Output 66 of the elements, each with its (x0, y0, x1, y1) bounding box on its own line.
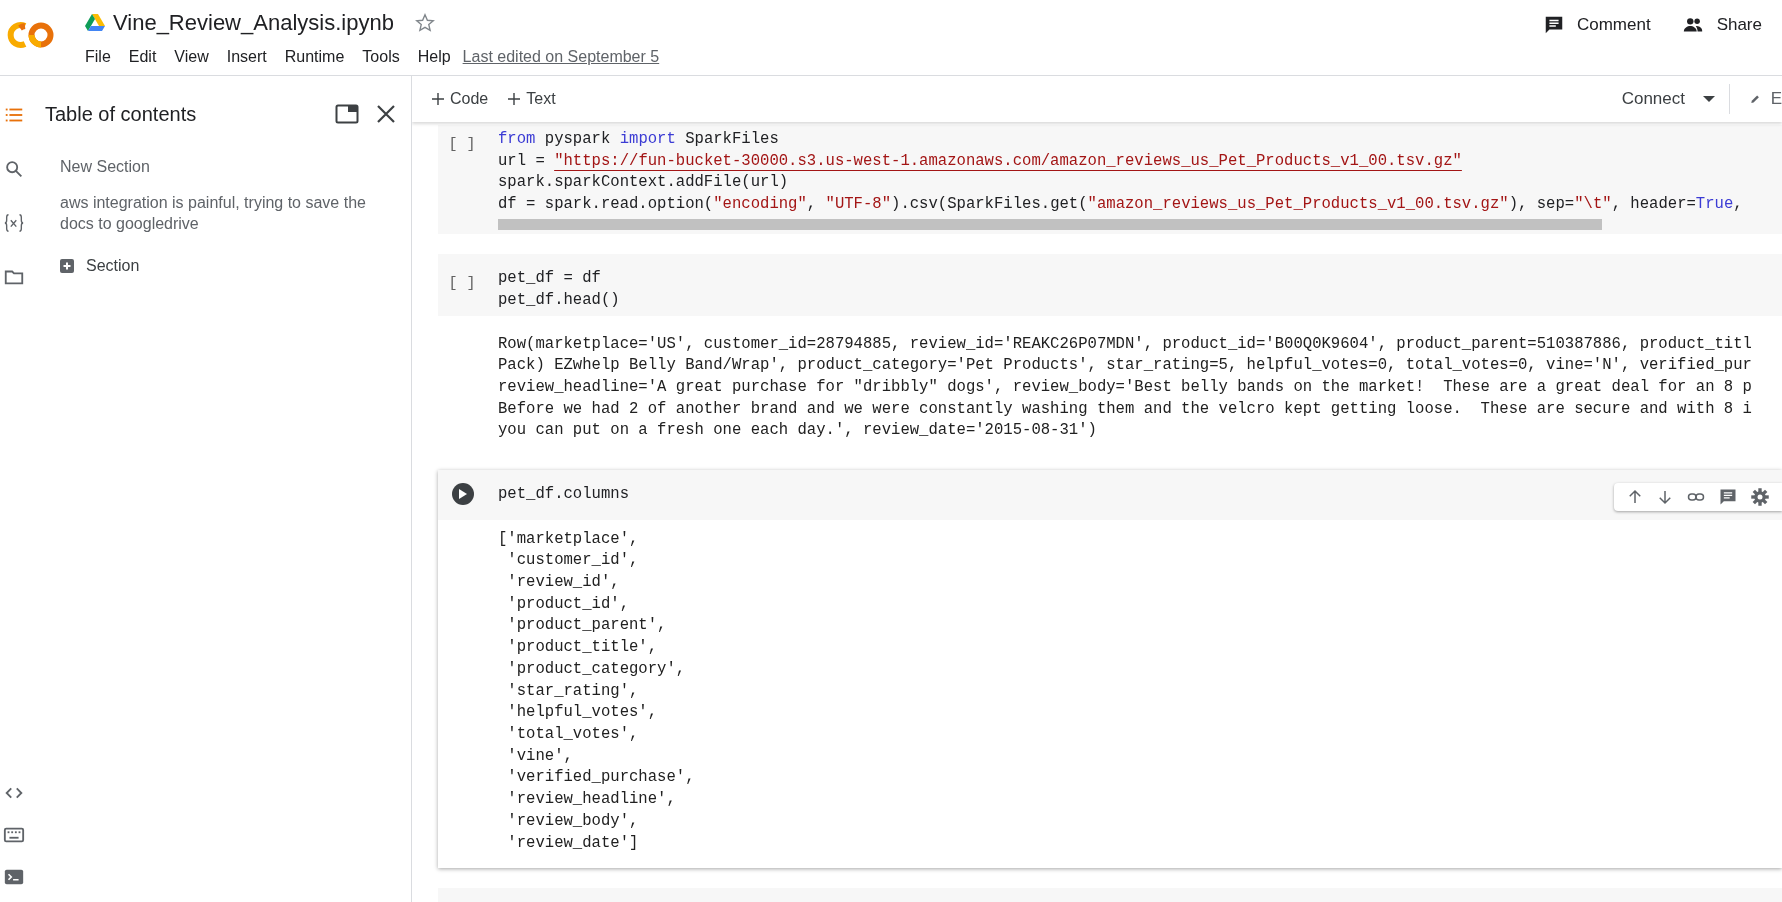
add-code-button[interactable]: Code (432, 87, 489, 111)
output-line: 'customer_id', (506, 550, 640, 572)
menu-item[interactable]: Help (408, 45, 460, 69)
panel-title: Table of contents (45, 102, 197, 127)
output-line: 'helpful_votes', (506, 702, 659, 724)
output-line: 'product_parent', (506, 615, 668, 637)
play-icon (459, 489, 467, 500)
output-line: 'review_date'] (506, 832, 640, 854)
output-line: 'product_title', (506, 637, 659, 659)
notebook-title[interactable]: Vine_Review_Analysis.ipynb (113, 6, 394, 39)
output-line: review_headline='A great purchase for "dribbly" dogs', review_body='Best belly bands on the market! These are a great deal for an 8 p (498, 376, 1753, 398)
comment-button[interactable]: Comment (1542, 11, 1651, 38)
output-line: 'total_votes', (506, 724, 640, 745)
plus-icon (60, 259, 74, 273)
menu-item[interactable]: File (85, 45, 120, 69)
arrow-down-icon[interactable] (1656, 488, 1674, 507)
output-line: 'review_headline', (506, 789, 677, 811)
drive-icon (85, 13, 105, 32)
toc-entry[interactable]: New Section (60, 156, 393, 177)
output-line: 'product_category', (506, 658, 687, 680)
output-line: you can put on a fresh one each day.', review_date='2015-08-31') (498, 420, 1098, 442)
plus-icon (508, 93, 521, 105)
code-line[interactable]: df = spark.read.option("encoding", "UTF-8").csv(SparkFiles.get("amazon_reviews_us_Pet_Products_v1_00.tsv.gz"), sep="\t", header=True, (498, 193, 1743, 216)
output-line: Pack) EZwhelp Belly Band/Wrap', product_category='Pet Products', star_rating=5, helpful_votes=0, total_votes=0, vine='N', verified_pur (498, 355, 1753, 377)
code-line[interactable]: pet_df.head() (498, 289, 620, 312)
code-line[interactable]: spark.sparkContext.addFile(url) (498, 172, 1743, 194)
output-line: Row(marketplace='US', customer_id=28794885, review_id='REAKC26P07MDN', product_id='B00Q0K9604', product_parent=510387886, product_titl (498, 333, 1753, 355)
braces-icon[interactable] (3, 212, 25, 234)
output-line: 'verified_purchase', (506, 767, 696, 789)
search-icon[interactable] (3, 158, 25, 180)
scrollbar[interactable] (498, 219, 1602, 231)
run-button[interactable] (452, 483, 474, 506)
menu-item[interactable]: View (165, 45, 218, 69)
add-text-button[interactable]: Text (508, 87, 556, 111)
toc-entry[interactable]: aws integration is painful, trying to save the docs to googledrive (60, 192, 393, 234)
output-line: 'review_id', (506, 572, 621, 594)
menu-item[interactable]: Edit (119, 45, 166, 69)
add-section-button[interactable]: Section (60, 254, 140, 278)
share-button[interactable]: Share (1680, 11, 1762, 38)
execution-count: [ ] (448, 274, 476, 295)
plus-icon (432, 93, 444, 105)
execution-count: [ ] (448, 135, 476, 155)
window-icon[interactable] (335, 103, 359, 125)
code-line[interactable]: pet_df = df (498, 268, 620, 290)
code-cell[interactable] (438, 125, 1782, 235)
caret-icon (1703, 96, 1715, 102)
output-line: Before we had 2 of another brand and we were constantly washing them and the velcro kept getting loose. These are secure and with 8 i (498, 398, 1753, 420)
output-line: 'product_id', (506, 593, 630, 615)
code-line[interactable]: from pyspark import SparkFiles (498, 129, 1743, 151)
code-line[interactable]: url = "https://fun-bucket-30000.s3.us-west-1.amazonaws.com/amazon_reviews_us_Pet_Products_v1_00.tsv.gz" (498, 150, 1743, 173)
output-line: 'review_body', (506, 810, 640, 832)
edit-button[interactable]: E (1750, 86, 1782, 112)
menu-item[interactable]: Runtime (275, 45, 354, 69)
last-edited-link[interactable]: Last edited on September 5 (462, 45, 660, 69)
code-line[interactable]: pet_df.columns (498, 484, 629, 506)
output-line: 'star_rating', (506, 680, 640, 702)
star-icon[interactable] (413, 11, 436, 34)
output-line: 'vine', (506, 745, 574, 767)
menu-item[interactable]: Tools (353, 45, 409, 69)
menu-item[interactable]: Insert (217, 45, 276, 69)
settings-icon[interactable] (1750, 487, 1770, 508)
comment-icon[interactable] (1718, 487, 1738, 508)
code-cell[interactable] (438, 470, 1782, 869)
close-icon[interactable] (375, 103, 397, 125)
connect-button[interactable]: Connect (1621, 86, 1715, 112)
output-line: ['marketplace', (498, 528, 640, 550)
